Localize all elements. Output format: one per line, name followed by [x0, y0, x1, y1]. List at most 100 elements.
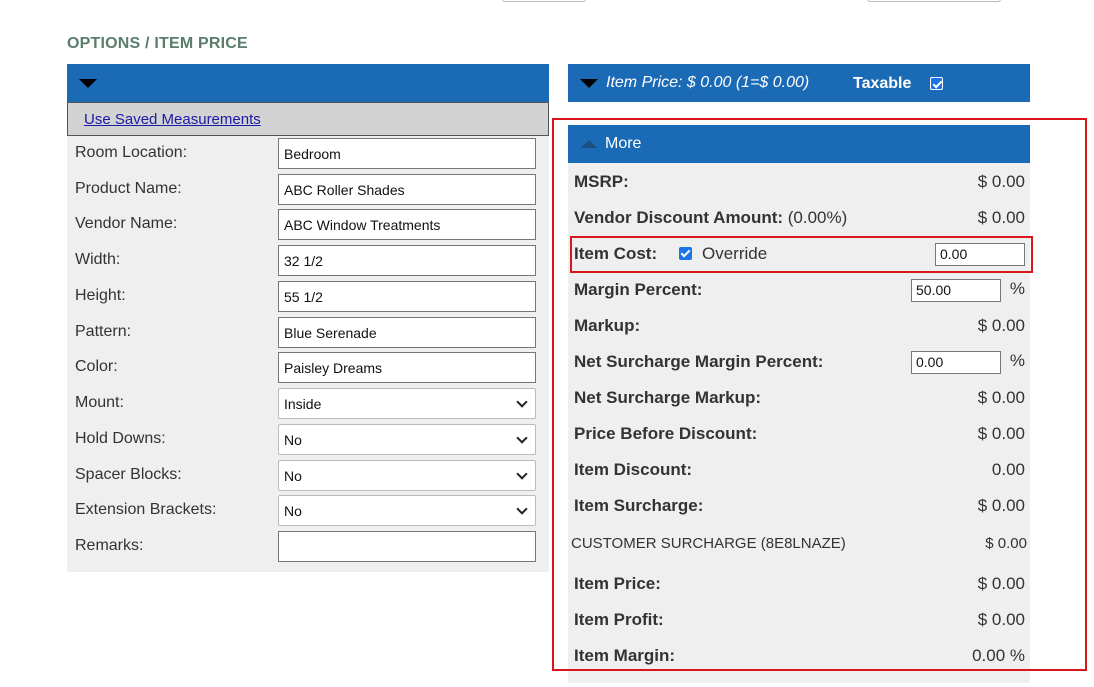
color-label: Color: [75, 358, 118, 375]
net-surcharge-markup-label: Net Surcharge Markup: [574, 388, 762, 407]
mount-select[interactable]: Inside [278, 388, 536, 419]
net-surcharge-margin-input[interactable]: 0.00 [911, 351, 1001, 374]
net-surcharge-margin-value: 0.00 [916, 354, 944, 370]
item-price-row: Item Price: $ 0.00 [568, 566, 1030, 602]
room-location-row: Room Location: Bedroom [67, 136, 549, 172]
mount-row: Mount: Inside [67, 386, 549, 422]
net-surcharge-margin-label: Net Surcharge Margin Percent: [574, 352, 824, 371]
item-discount-value: 0.00 [991, 460, 1025, 479]
item-cost-row: Item Cost: Override 0.00 [568, 236, 1030, 272]
margin-percent-input[interactable]: 50.00 [911, 279, 1001, 302]
spacer-blocks-row: Spacer Blocks: No [67, 458, 549, 494]
section-title: OPTIONS / ITEM PRICE [67, 35, 248, 52]
width-row: Width: 32 1/2 [67, 243, 549, 279]
item-surcharge-value: $ 0.00 [977, 496, 1025, 515]
margin-percent-unit: % [1009, 279, 1025, 298]
hold-downs-select[interactable]: No [278, 424, 536, 455]
item-cost-label: Item Cost: [574, 244, 658, 263]
margin-percent-value: 50.00 [916, 282, 952, 298]
item-price-summary: Item Price: $ 0.00 (1=$ 0.00) [606, 74, 810, 91]
collapse-triangle-icon[interactable] [79, 79, 97, 88]
pattern-label: Pattern: [75, 323, 132, 340]
options-panel: Use Saved Measurements Room Location: Be… [67, 64, 549, 572]
mount-value: Inside [284, 395, 322, 412]
vendor-discount-value: $ 0.00 [977, 208, 1025, 227]
taxable-checkbox[interactable] [930, 77, 943, 90]
vendor-discount-label-text: Vendor Discount Amount: [574, 208, 784, 227]
net-surcharge-margin-unit: % [1009, 351, 1025, 370]
width-input[interactable]: 32 1/2 [278, 245, 536, 276]
item-price-header[interactable]: Item Price: $ 0.00 (1=$ 0.00) Taxable [568, 64, 1030, 102]
item-margin-row: Item Margin: 0.00 % [568, 638, 1030, 674]
chevron-down-icon [516, 468, 528, 480]
top-button-stub-left[interactable] [502, 0, 586, 2]
options-panel-header[interactable] [67, 64, 549, 102]
remarks-row: Remarks: [67, 529, 549, 565]
vendor-discount-label: Vendor Discount Amount: (0.00%) [574, 208, 847, 228]
markup-label: Markup: [574, 316, 641, 335]
pattern-value: Blue Serenade [284, 324, 377, 341]
top-button-stub-right[interactable] [867, 0, 1001, 2]
net-surcharge-margin-row: Net Surcharge Margin Percent: 0.00 % [568, 344, 1030, 380]
override-checkbox[interactable] [679, 247, 692, 260]
more-toggle[interactable]: More [568, 125, 1030, 163]
chevron-down-icon [516, 503, 528, 515]
remarks-input[interactable] [278, 531, 536, 562]
spacer-blocks-select[interactable]: No [278, 460, 536, 491]
margin-percent-label: Margin Percent: [574, 280, 703, 299]
item-profit-row: Item Profit: $ 0.00 [568, 602, 1030, 638]
net-surcharge-markup-row: Net Surcharge Markup: $ 0.00 [568, 380, 1030, 416]
spacer-blocks-value: No [284, 467, 302, 484]
height-label: Height: [75, 287, 126, 304]
vendor-discount-percent: (0.00%) [787, 208, 848, 227]
collapse-triangle-icon[interactable] [580, 79, 598, 88]
vendor-name-value: ABC Window Treatments [284, 216, 441, 233]
height-input[interactable]: 55 1/2 [278, 281, 536, 312]
pattern-row: Pattern: Blue Serenade [67, 315, 549, 351]
mount-label: Mount: [75, 394, 124, 411]
more-label: More [605, 135, 642, 152]
net-surcharge-markup-value: $ 0.00 [977, 388, 1025, 407]
item-surcharge-label: Item Surcharge: [574, 496, 704, 515]
hold-downs-value: No [284, 431, 302, 448]
override-label: Override [702, 244, 768, 263]
item-price-label: Item Price: [574, 574, 661, 593]
saved-measurements-row: Use Saved Measurements [67, 102, 549, 136]
chevron-down-icon [516, 396, 528, 408]
markup-row: Markup: $ 0.00 [568, 308, 1030, 344]
product-name-value: ABC Roller Shades [284, 181, 405, 198]
width-label: Width: [75, 251, 121, 268]
hold-downs-label: Hold Downs: [75, 430, 166, 447]
item-discount-label: Item Discount: [574, 460, 693, 479]
item-discount-row: Item Discount: 0.00 [568, 452, 1030, 488]
extension-brackets-row: Extension Brackets: No [67, 493, 549, 529]
vendor-name-row: Vendor Name: ABC Window Treatments [67, 207, 549, 243]
item-profit-label: Item Profit: [574, 610, 664, 629]
msrp-label: MSRP: [574, 172, 629, 191]
customer-surcharge-value: $ 0.00 [985, 535, 1027, 552]
hold-downs-row: Hold Downs: No [67, 422, 549, 458]
more-panel: More MSRP: $ 0.00 Vendor Discount Amount… [568, 125, 1030, 683]
price-before-discount-label: Price Before Discount: [574, 424, 758, 443]
color-row: Color: Paisley Dreams [67, 350, 549, 386]
item-price-value: $ 0.00 [977, 574, 1025, 593]
room-location-input[interactable]: Bedroom [278, 138, 536, 169]
spacer-blocks-label: Spacer Blocks: [75, 466, 182, 483]
use-saved-measurements-link[interactable]: Use Saved Measurements [84, 111, 261, 128]
product-name-input[interactable]: ABC Roller Shades [278, 174, 536, 205]
markup-value: $ 0.00 [977, 316, 1025, 335]
extension-brackets-select[interactable]: No [278, 495, 536, 526]
chevron-down-icon [516, 432, 528, 444]
vendor-name-label: Vendor Name: [75, 215, 178, 232]
color-input[interactable]: Paisley Dreams [278, 352, 536, 383]
color-value: Paisley Dreams [284, 359, 383, 376]
customer-surcharge-row: CUSTOMER SURCHARGE (8E8LNAZE) $ 0.00 [568, 525, 1030, 561]
msrp-row: MSRP: $ 0.00 [568, 164, 1030, 200]
extension-brackets-value: No [284, 502, 302, 519]
item-cost-input[interactable]: 0.00 [935, 243, 1025, 266]
taxable-label: Taxable [853, 75, 912, 92]
extension-brackets-label: Extension Brackets: [75, 501, 217, 518]
vendor-name-input[interactable]: ABC Window Treatments [278, 209, 536, 240]
pattern-input[interactable]: Blue Serenade [278, 317, 536, 348]
product-name-label: Product Name: [75, 180, 182, 197]
